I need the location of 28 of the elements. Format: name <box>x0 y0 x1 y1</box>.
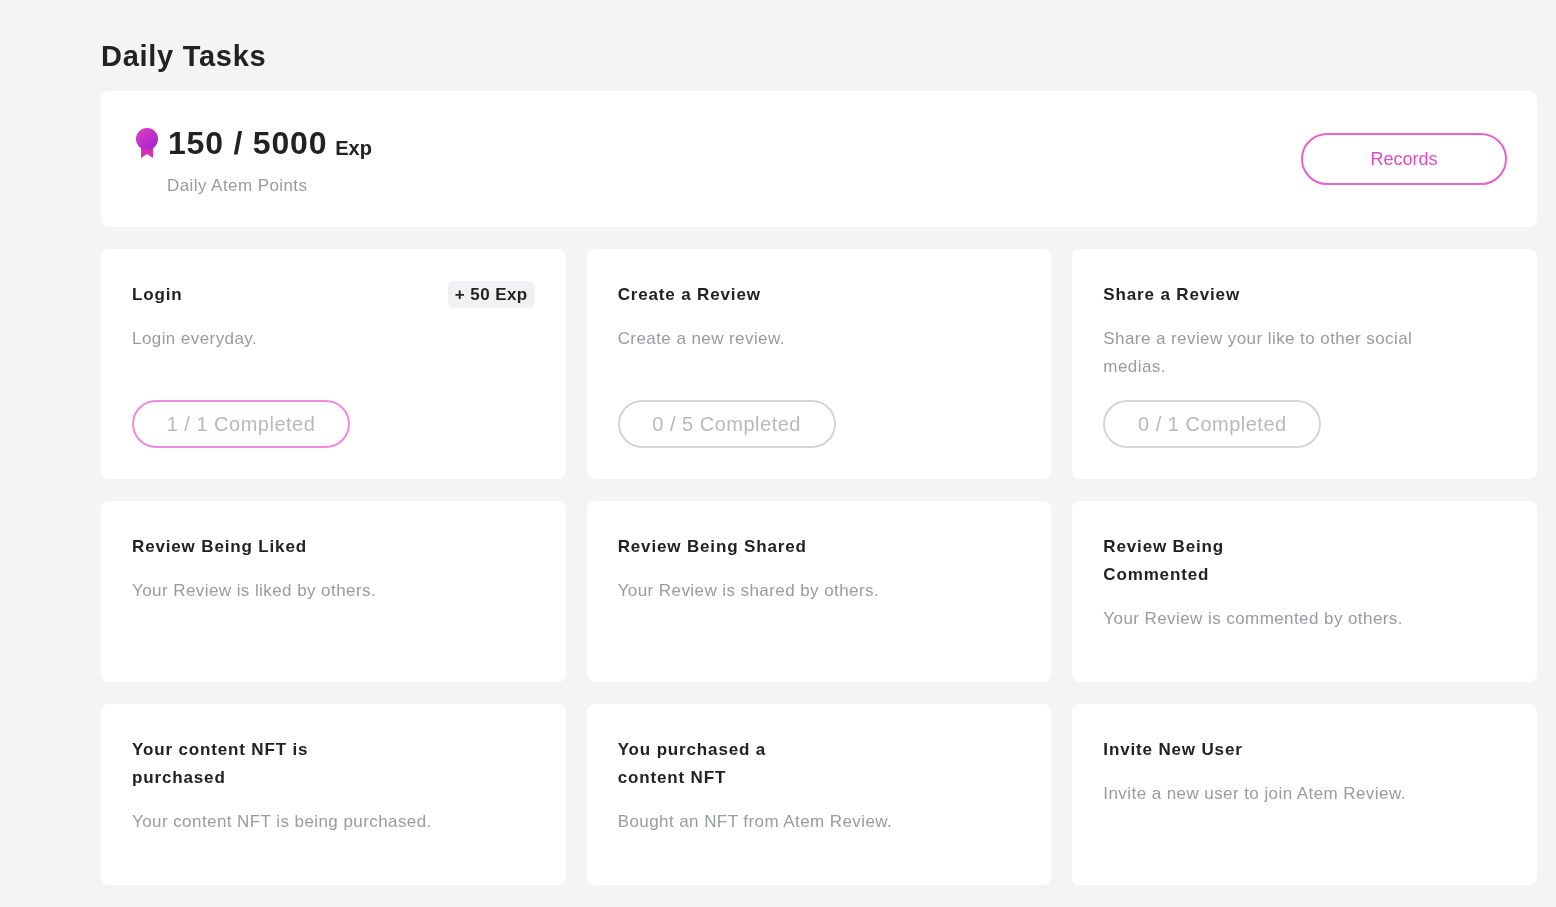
task-title: You purchased a content NFT <box>617 739 768 789</box>
task-description: Invite a new user to join Atem Review. <box>1103 783 1407 805</box>
points-label: Daily Atem Points <box>167 175 308 198</box>
task-title: Create a Review <box>617 284 761 306</box>
records-button[interactable]: Records <box>1301 133 1507 185</box>
task-title: Review Being Shared <box>617 536 807 558</box>
task-description: Create a new review. <box>617 328 786 350</box>
task-description: Your Review is commented by others. <box>1103 608 1404 630</box>
task-description: Your Review is shared by others. <box>617 580 881 602</box>
points-unit: Exp <box>335 136 372 162</box>
task-description: Your content NFT is being purchased. <box>132 811 433 833</box>
task-title: Invite New User <box>1103 739 1243 761</box>
task-title: Login <box>132 284 183 306</box>
page-title: Daily Tasks <box>101 39 267 74</box>
task-description: Your Review is liked by others. <box>132 580 378 602</box>
task-description: Share a review your like to other social medias. <box>1103 328 1414 378</box>
progress-pill: 0 / 1 Completed <box>1103 400 1322 448</box>
progress-pill: 0 / 5 Completed <box>617 400 836 448</box>
task-description: Login everyday. <box>132 328 259 350</box>
task-title: Share a Review <box>1103 284 1240 306</box>
points-value: 150 / 5000 <box>168 124 328 164</box>
medal-icon <box>134 127 160 160</box>
task-title: Review Being Commented <box>1103 536 1226 586</box>
progress-pill: 1 / 1 Completed <box>132 400 350 448</box>
task-title: Review Being Liked <box>132 536 307 558</box>
reward-badge: + 50 Exp <box>447 281 535 308</box>
task-description: Bought an NFT from Atem Review. <box>617 811 894 833</box>
task-title: Your content NFT is purchased <box>132 739 310 789</box>
